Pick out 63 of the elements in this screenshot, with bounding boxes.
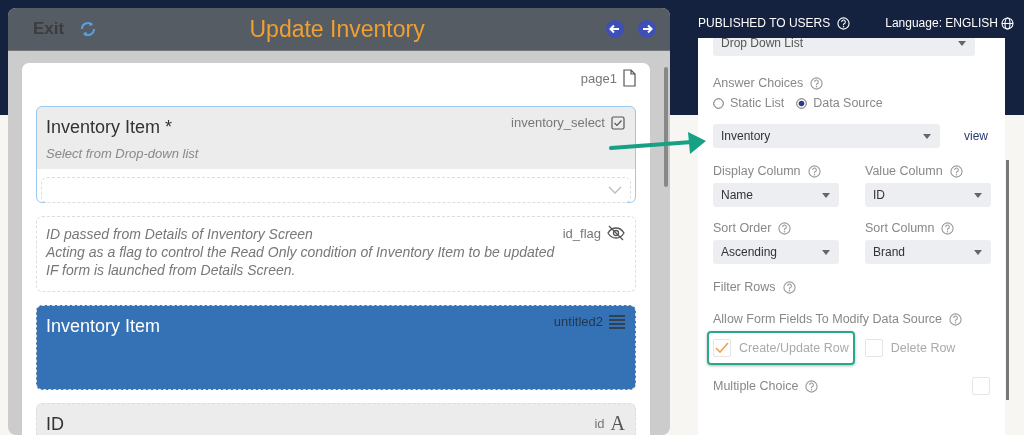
field-key: untitled2 <box>553 314 603 329</box>
dropdown-field[interactable]: Name <box>713 183 839 207</box>
field-label: Allow Form Fields To Modify Data Source <box>713 312 943 326</box>
radio-button[interactable] <box>713 97 724 109</box>
caret-icon <box>958 40 966 46</box>
field-title: ID <box>46 414 64 435</box>
help-icon <box>805 379 819 393</box>
field-key: inventory_select <box>511 115 605 130</box>
radio-option[interactable]: Static List <box>713 96 785 110</box>
page-icon <box>623 69 636 87</box>
field-label: Sort Column <box>865 221 935 235</box>
help-icon <box>778 221 792 235</box>
form-field[interactable]: ID id A <box>36 403 636 435</box>
globe-icon <box>1001 16 1014 30</box>
dropdown-field[interactable]: ID <box>865 183 991 207</box>
section-title: Inventory Item <box>46 316 161 337</box>
help-icon <box>941 221 955 235</box>
radio-button[interactable] <box>796 97 808 109</box>
caret-icon <box>974 249 982 255</box>
caret-icon <box>923 133 931 139</box>
help-icon <box>782 280 796 294</box>
text-type-icon: A <box>610 412 625 435</box>
caret-icon <box>822 192 830 198</box>
help-icon <box>949 164 963 178</box>
caret-icon <box>974 192 982 198</box>
field-label: Sort Order <box>713 221 772 235</box>
view-link[interactable]: view <box>964 129 988 143</box>
help-icon <box>810 76 824 90</box>
scrollbar[interactable] <box>664 67 668 187</box>
menu-icon <box>609 314 625 329</box>
publish-status: PUBLISHED TO USERS <box>698 16 831 30</box>
screen-title: Update Inventory <box>248 15 426 43</box>
field-label: Filter Rows <box>713 280 776 294</box>
form-field[interactable]: ID passed from Details of Inventory Screen Acting as a flag to control the Read Only condition of Inventory Item to be updated IF form is launched from Details Screen. id_flag <box>36 216 636 292</box>
help-icon <box>837 16 851 30</box>
dropdown-field[interactable]: Drop Down List <box>713 38 975 56</box>
checkbox-icon <box>611 115 625 130</box>
language-selector[interactable]: Language: ENGLISH <box>885 16 998 30</box>
field-label: Answer Choices <box>713 76 804 90</box>
dropdown-field[interactable]: Inventory <box>713 124 940 148</box>
field-title: Inventory Item * <box>46 117 173 138</box>
scrollbar[interactable] <box>1006 160 1009 400</box>
page-label: page1 <box>580 70 617 86</box>
help-icon <box>949 312 963 326</box>
field-label: Display Column <box>713 164 801 178</box>
field-label: Value Column <box>865 164 943 178</box>
radio-option[interactable]: Data Source <box>796 96 883 110</box>
hidden-eye-icon <box>607 225 625 241</box>
field-label: Multiple Choice <box>713 379 799 393</box>
chevron-icon <box>608 186 622 194</box>
help-icon <box>807 164 821 178</box>
field-hint: Select from Drop-down list <box>45 145 200 163</box>
field-key: id_flag <box>562 225 601 241</box>
form-field[interactable]: Inventory Item * inventory_select Select from Drop-down list <box>36 106 636 203</box>
field-description: ID passed from Details of Inventory Screen Acting as a flag to control the Read Only condition of Inventory Item to be updated IF form is launched from Details Screen. <box>46 225 555 279</box>
form-field[interactable]: Inventory Item untitled2 <box>36 305 636 390</box>
caret-icon <box>822 249 830 255</box>
field-key: id <box>594 416 605 431</box>
dropdown-field[interactable] <box>41 177 631 203</box>
dropdown-field[interactable]: Ascending <box>713 240 839 264</box>
check-icon <box>715 342 729 354</box>
dropdown-field[interactable]: Brand <box>865 240 991 264</box>
checkbox[interactable] <box>972 377 990 395</box>
